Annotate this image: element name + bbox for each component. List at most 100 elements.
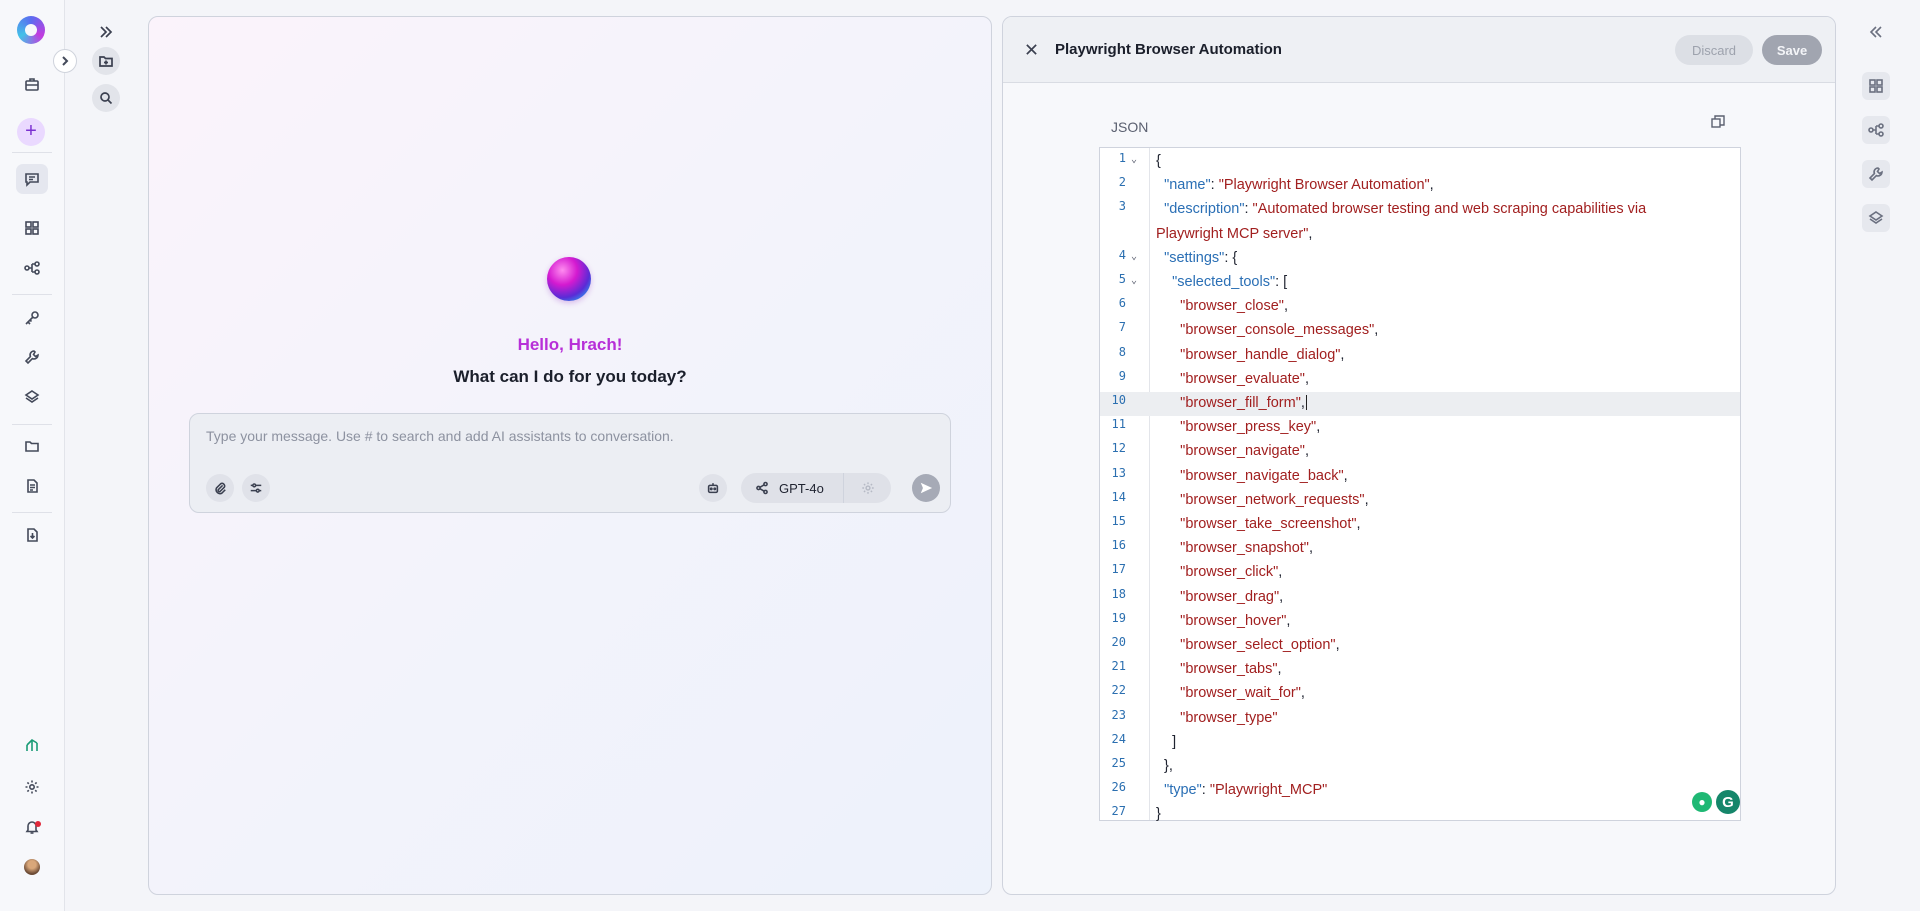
- code-line: 17 "browser_click",: [1100, 561, 1740, 585]
- line-number: 26: [1111, 780, 1126, 795]
- line-number: 17: [1111, 562, 1126, 577]
- close-icon[interactable]: [1021, 39, 1041, 59]
- message-composer: GPT-4o: [189, 413, 951, 513]
- fold-chevron-icon[interactable]: ⌄: [1131, 275, 1137, 286]
- code-text: "browser_close",: [1180, 298, 1288, 315]
- code-text: "browser_navigate",: [1180, 443, 1309, 460]
- chat-panel: Hello, Hrach! What can I do for you toda…: [148, 16, 992, 895]
- discard-button[interactable]: Discard: [1675, 35, 1753, 65]
- settings-icon[interactable]: [20, 775, 44, 799]
- assistant-editor-panel: Playwright Browser Automation Discard Sa…: [1002, 16, 1836, 895]
- line-number: 11: [1111, 417, 1126, 432]
- divider: [12, 424, 52, 425]
- wrench-icon[interactable]: [1862, 160, 1890, 188]
- sliders-icon[interactable]: [242, 474, 270, 502]
- line-number: 24: [1111, 731, 1126, 746]
- code-text: "browser_drag",: [1180, 588, 1284, 605]
- code-line: Playwright MCP server",: [1100, 223, 1740, 247]
- workflow-icon[interactable]: [1862, 116, 1890, 144]
- greeting-text: Hello, Hrach!: [517, 335, 623, 354]
- double-chevron-right-icon[interactable]: [92, 18, 120, 46]
- export-icon[interactable]: [20, 523, 44, 547]
- line-number: 27: [1111, 804, 1126, 819]
- workflow-icon[interactable]: [20, 256, 44, 280]
- code-text: "browser_press_key",: [1180, 419, 1321, 436]
- line-number: 25: [1111, 756, 1126, 770]
- code-line: 10 "browser_fill_form",: [1100, 392, 1740, 416]
- model-selector-button[interactable]: GPT-4o: [741, 473, 842, 503]
- chat-icon[interactable]: [20, 167, 44, 191]
- fold-chevron-icon[interactable]: ⌄: [1131, 154, 1137, 165]
- line-number: 10: [1111, 393, 1126, 407]
- code-text: "description": "Automated browser testin…: [1164, 201, 1647, 218]
- line-number: 16: [1111, 538, 1126, 553]
- editor-header: Playwright Browser Automation Discard Sa…: [1003, 17, 1835, 83]
- key-icon[interactable]: [20, 306, 44, 330]
- app-logo[interactable]: [17, 16, 45, 44]
- code-text: "browser_wait_for",: [1180, 685, 1305, 702]
- line-number: 8: [1118, 344, 1126, 359]
- double-chevron-left-icon[interactable]: [1864, 20, 1888, 44]
- new-folder-icon[interactable]: [92, 47, 120, 75]
- line-number: 21: [1111, 659, 1126, 674]
- code-line: 2 "name": "Playwright Browser Automation…: [1100, 174, 1740, 198]
- briefcase-icon[interactable]: [20, 72, 44, 96]
- grid-icon[interactable]: [1862, 72, 1890, 100]
- code-text: "type": "Playwright_MCP": [1164, 782, 1328, 799]
- analytics-icon[interactable]: [20, 733, 44, 757]
- code-text: "browser_snapshot",: [1180, 540, 1313, 557]
- layers-icon[interactable]: [1862, 204, 1890, 232]
- code-line: 8 "browser_handle_dialog",: [1100, 344, 1740, 368]
- code-line: 13 "browser_navigate_back",: [1100, 465, 1740, 489]
- code-text: "browser_console_messages",: [1180, 322, 1379, 339]
- line-number: 19: [1111, 610, 1126, 625]
- code-line: 9 "browser_evaluate",: [1100, 368, 1740, 392]
- folder-icon[interactable]: [20, 434, 44, 458]
- send-button[interactable]: [912, 474, 940, 502]
- send-icon: [920, 482, 933, 494]
- line-number: 15: [1111, 514, 1126, 528]
- line-number: 3: [1118, 199, 1126, 214]
- code-line: 12 "browser_navigate",: [1100, 440, 1740, 464]
- wrench-icon[interactable]: [20, 345, 44, 369]
- code-text: "browser_handle_dialog",: [1180, 346, 1345, 363]
- fold-chevron-icon[interactable]: ⌄: [1131, 251, 1137, 262]
- code-line: 27}: [1100, 803, 1740, 827]
- code-text: "name": "Playwright Browser Automation",: [1164, 177, 1434, 194]
- model-selector[interactable]: GPT-4o: [741, 473, 891, 503]
- json-code-editor[interactable]: 1 ⌄ {2 "name": "Playwright Browser Automat…: [1099, 147, 1741, 822]
- notification-dot: [35, 821, 41, 827]
- message-input[interactable]: [206, 428, 926, 444]
- code-text: "browser_navigate_back",: [1180, 467, 1348, 484]
- line-number: 5: [1118, 272, 1126, 286]
- code-line: 3 "description": "Automated browser test…: [1100, 198, 1740, 222]
- new-chat-button[interactable]: +: [17, 118, 45, 146]
- code-text: {: [1156, 153, 1161, 169]
- line-number: 22: [1111, 683, 1126, 698]
- code-text: "settings": {: [1164, 249, 1238, 266]
- copy-icon[interactable]: [1711, 115, 1727, 131]
- attach-icon[interactable]: [206, 474, 234, 502]
- grid-icon[interactable]: [20, 216, 44, 240]
- prompt-question: What can I do for you today?: [453, 367, 687, 386]
- layers-icon[interactable]: [20, 385, 44, 409]
- code-text: "browser_click",: [1180, 564, 1283, 581]
- save-button[interactable]: Save: [1762, 35, 1822, 65]
- user-avatar[interactable]: [24, 859, 40, 875]
- line-number: 4: [1118, 247, 1126, 262]
- grammarly-icon[interactable]: G: [1716, 790, 1740, 814]
- gear-icon: [861, 482, 874, 494]
- code-line: 19 "browser_hover",: [1100, 610, 1740, 634]
- code-text: Playwright MCP server",: [1156, 225, 1313, 242]
- bulb-icon[interactable]: ●: [1692, 792, 1712, 812]
- assistant-orb: [547, 257, 591, 301]
- robot-icon[interactable]: [699, 474, 727, 502]
- code-text: "browser_fill_form",: [1180, 395, 1307, 411]
- search-icon[interactable]: [92, 84, 120, 112]
- expand-sidebar-button[interactable]: [53, 49, 77, 73]
- model-settings-button[interactable]: [843, 473, 891, 503]
- bell-icon[interactable]: [20, 815, 44, 839]
- code-line: 20 "browser_select_option",: [1100, 634, 1740, 658]
- document-icon[interactable]: [20, 474, 44, 498]
- code-line: 22 "browser_wait_for",: [1100, 682, 1740, 706]
